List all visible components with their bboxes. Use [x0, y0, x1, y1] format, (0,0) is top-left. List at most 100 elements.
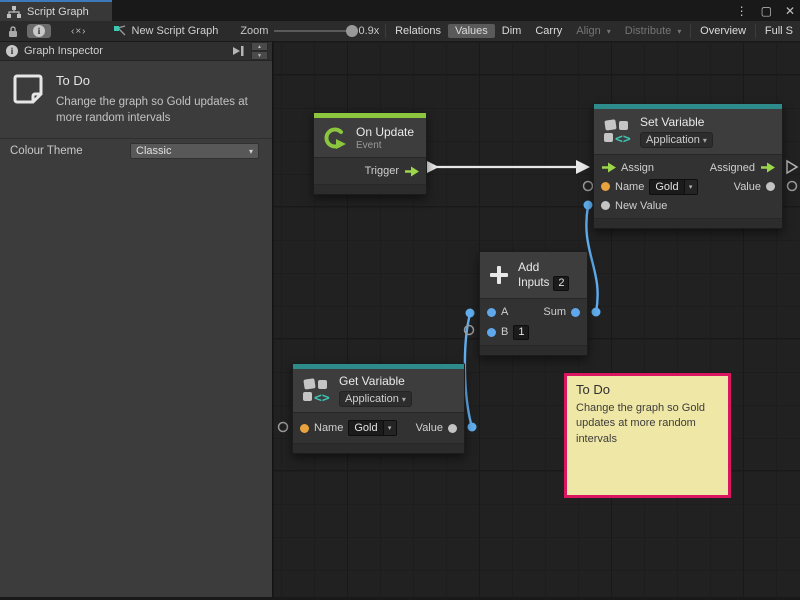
zoom-value: 0.9x [358, 25, 379, 37]
inputs-count-field[interactable]: 2 [553, 276, 569, 291]
node-get-variable[interactable]: <> Get Variable Application ▾ Name Gold [292, 363, 465, 454]
dim-button[interactable]: Dim [495, 24, 529, 38]
scope-value: Application [646, 134, 700, 146]
values-button[interactable]: Values [448, 24, 495, 38]
port-label-value: Value [416, 422, 443, 434]
node-on-update[interactable]: On Update Event Trigger [313, 112, 427, 195]
graph-asset-icon [113, 25, 127, 37]
sticky-note[interactable]: To Do Change the graph so Gold updates a… [564, 373, 731, 498]
node-footer [314, 185, 426, 194]
port-newvalue-input[interactable] [601, 201, 610, 210]
wire-endpoint-dot [466, 309, 475, 318]
graph-inspector-header: i Graph Inspector ▲ ▼ [0, 42, 272, 61]
node-footer [293, 444, 464, 453]
sticky-note-icon [12, 73, 44, 107]
spinner-down-icon[interactable]: ▼ [251, 51, 268, 60]
port-sum-output[interactable] [571, 308, 580, 317]
variables-icon: <> [301, 377, 331, 405]
flow-port-arrow-icon[interactable] [404, 166, 419, 177]
tab-script-graph[interactable]: Script Graph [0, 0, 112, 21]
add-plus-icon [488, 264, 510, 286]
node-subtitle: Event [356, 140, 414, 151]
graph-canvas[interactable]: On Update Event Trigger [274, 42, 800, 597]
spinner-up-icon[interactable]: ▲ [251, 42, 268, 51]
align-dropdown[interactable]: Align ▾ [569, 24, 618, 38]
graph-name-label: New Script Graph [132, 25, 219, 37]
menu-icon[interactable]: ⋮ [736, 4, 748, 18]
colour-theme-value: Classic [136, 145, 171, 157]
zoom-slider-track[interactable] [274, 30, 352, 32]
graph-toolbar: i ‹×› New Script Graph Zoom 0.9x Relatio… [0, 21, 800, 42]
svg-text:<>: <> [615, 132, 631, 146]
port-name-input[interactable] [300, 424, 309, 433]
unity-visual-scripting-window: Script Graph ⋮ ▢ ✕ i ‹×› New Script Grap… [0, 0, 800, 600]
chevron-down-icon: ▾ [402, 395, 406, 404]
flow-port-arrow-icon[interactable] [601, 162, 616, 173]
unconnected-port-circle [465, 326, 474, 335]
variable-name-dropdown[interactable]: Gold ▾ [348, 420, 396, 436]
svg-text:<>: <> [314, 391, 330, 405]
window-controls: ⋮ ▢ ✕ [736, 0, 795, 21]
unconnected-port-circle [279, 423, 288, 432]
node-title: On Update [356, 125, 414, 139]
distribute-dropdown[interactable]: Distribute ▾ [618, 24, 689, 38]
wire-value-to-a[interactable] [465, 314, 472, 427]
sticky-note-title: To Do [576, 382, 719, 397]
port-label-assign: Assign [621, 162, 654, 174]
tab-title: Script Graph [27, 6, 89, 18]
graph-name-group[interactable]: New Script Graph [113, 25, 219, 37]
zoom-slider[interactable] [274, 25, 352, 37]
info-icon: i [33, 25, 45, 37]
unconnected-port-circle [584, 182, 593, 191]
info-icon: i [6, 45, 18, 57]
node-set-variable[interactable]: <> Set Variable Application ▾ Assign [593, 103, 783, 229]
sticky-note-text: Change the graph so Gold updates at more… [576, 401, 719, 447]
port-label-value: Value [734, 181, 761, 193]
port-value-output[interactable] [766, 182, 775, 191]
port-a-input[interactable] [487, 308, 496, 317]
fullscreen-button[interactable]: Full S [758, 24, 800, 38]
maximize-icon[interactable]: ▢ [761, 4, 772, 18]
variable-scope-dropdown[interactable]: Application ▾ [640, 132, 713, 148]
inspector-note-block: To Do Change the graph so Gold updates a… [0, 61, 272, 136]
close-icon[interactable]: ✕ [785, 4, 795, 18]
on-update-event-icon [322, 125, 348, 151]
node-title: Add [518, 260, 569, 274]
zoom-slider-handle[interactable] [346, 25, 358, 37]
port-label-trigger: Trigger [365, 165, 399, 177]
node-title: Get Variable [339, 374, 412, 388]
panel-scroll-spinner: ▲ ▼ [251, 42, 268, 60]
port-label-name: Name [615, 181, 644, 193]
lock-icon[interactable] [7, 25, 19, 38]
chevron-down-icon: ▾ [607, 27, 611, 36]
toolbar-separator [755, 24, 756, 38]
flow-port-arrow-icon[interactable] [760, 162, 775, 173]
script-graph-icon [7, 6, 21, 18]
chevron-down-icon: ▾ [383, 421, 396, 435]
colour-theme-select[interactable]: Classic ▾ [130, 143, 259, 159]
chevron-down-icon: ▾ [677, 27, 681, 36]
code-preview-icon[interactable]: ‹×› [71, 26, 87, 37]
port-name-input[interactable] [601, 182, 610, 191]
flow-wire-arrowhead-icon [576, 160, 590, 174]
wire-endpoint-dot [592, 308, 601, 317]
unconnected-port-circle [788, 182, 797, 191]
node-add[interactable]: Add Inputs 2 A Sum B [479, 251, 588, 356]
wire-endpoint-dot [584, 201, 593, 210]
port-value-output[interactable] [448, 424, 457, 433]
variable-name-dropdown[interactable]: Gold ▾ [649, 179, 697, 195]
variable-scope-dropdown[interactable]: Application ▾ [339, 391, 412, 407]
tab-bar: Script Graph ⋮ ▢ ✕ [0, 0, 800, 21]
variable-name-value: Gold [650, 181, 683, 193]
relations-button[interactable]: Relations [388, 24, 448, 38]
inspector-toggle-button[interactable]: i [27, 24, 51, 38]
toolbar-separator [385, 24, 386, 38]
b-value-field[interactable]: 1 [513, 325, 529, 340]
port-b-input[interactable] [487, 328, 496, 337]
overview-button[interactable]: Overview [693, 24, 753, 38]
wire-endpoint-dot [468, 423, 477, 432]
carry-button[interactable]: Carry [528, 24, 569, 38]
node-footer [594, 219, 782, 228]
dock-panel-icon[interactable] [231, 45, 245, 57]
inspector-note-title: To Do [56, 73, 262, 88]
